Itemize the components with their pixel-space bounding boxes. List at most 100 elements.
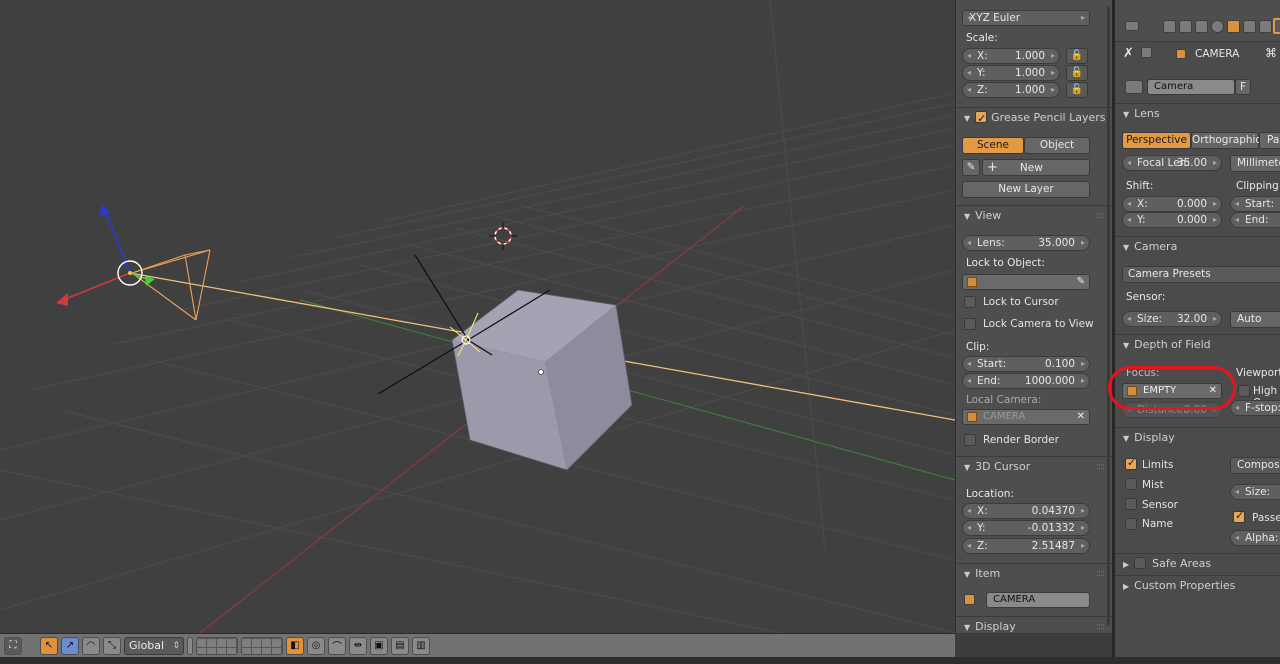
scale-x-lock-icon[interactable]: 🔓 [1066,48,1088,64]
3d-viewport[interactable] [0,0,955,633]
camera-datablock-name[interactable]: Camera [1147,79,1235,95]
dof-panel-header[interactable]: ▼ Depth of Field [1115,334,1280,354]
camera-presets-select[interactable]: Camera Presets [1122,266,1280,283]
scene-tab-icon[interactable] [1195,20,1208,33]
clip-start-field[interactable]: Start:0.100 [962,356,1090,372]
drag-grip-icon[interactable]: :::: [1096,564,1105,584]
focal-length-field[interactable]: Focal Len:35.00 [1122,155,1222,171]
grease-pencil-header[interactable]: ▼Grease Pencil Layers [956,107,1112,129]
cursor-z-field[interactable]: Z:2.51487 [962,538,1090,554]
eyedropper-icon[interactable]: ✎ [1077,275,1085,289]
shift-x-field[interactable]: X:0.000 [1122,196,1222,212]
render-layers-tab-icon[interactable] [1179,20,1192,33]
render-preview-icon[interactable]: ▣ [370,636,388,655]
lens-field[interactable]: Lens:35.000 [962,235,1090,251]
limits-checkbox[interactable] [1125,456,1137,470]
sensor-size-field[interactable]: Size:32.00 [1122,311,1222,327]
cursor-y-field[interactable]: Y:-0.01332 [962,520,1090,536]
scale-manipulator-icon[interactable]: ⤡ [103,636,121,655]
scale-y-lock-icon[interactable]: 🔓 [1066,65,1088,81]
sensor-fit-select[interactable]: Auto [1230,311,1280,328]
layers-lock-icon[interactable] [187,636,193,655]
name-checkbox[interactable] [1125,518,1137,530]
transform-orientation-select[interactable]: Global [124,636,184,655]
lock-layers-icon[interactable]: ◧ [286,636,304,655]
fake-user-button[interactable]: F [1235,79,1251,95]
tab-panoramic[interactable]: Pa [1259,132,1280,149]
lens-unit-select[interactable]: Millimete [1230,155,1280,172]
clip-start-field[interactable]: Start: [1230,196,1280,212]
sensor-checkbox[interactable] [1125,498,1137,510]
npanel-scrollbar[interactable] [1107,6,1110,626]
view-panel-header[interactable]: ▼ View:::: [956,205,1112,225]
lock-to-cursor-checkbox[interactable] [964,296,976,308]
world-tab-icon[interactable] [1211,20,1224,33]
manipulator-toggle-icon[interactable]: ↖ [40,636,58,655]
safe-areas-checkbox[interactable] [1134,557,1147,569]
passepartout-checkbox[interactable] [1233,509,1245,523]
render-border-checkbox[interactable] [964,434,976,446]
tab-object[interactable]: Object [1024,137,1090,154]
scale-z-lock-icon[interactable]: 🔓 [1066,82,1088,98]
item-panel-header[interactable]: ▼ Item:::: [956,563,1112,583]
3d-cursor-panel-header[interactable]: ▼ 3D Cursor:::: [956,456,1112,476]
clip-end-field[interactable]: End: [1230,212,1280,228]
composition-guides-select[interactable]: Composit [1230,457,1280,474]
camera-panel-header[interactable]: ▼ Camera [1115,236,1280,256]
tab-scene[interactable]: Scene [962,137,1024,154]
display-panel-header[interactable]: ▼ Display [1115,427,1280,447]
tab-perspective[interactable]: Perspective [1122,132,1191,149]
object-tab-icon[interactable] [1227,20,1240,33]
rotate-manipulator-icon[interactable]: ◠ [82,636,100,655]
cursor-x-field[interactable]: X:0.04370 [962,503,1090,519]
mist-checkbox[interactable] [1125,478,1137,490]
passepartout-alpha-field[interactable]: Alpha: [1230,530,1280,546]
new-layer-button[interactable]: New Layer [962,181,1090,198]
opengl-render-icon[interactable]: ▤ [391,636,409,655]
transform-manipulator[interactable] [56,204,155,306]
3d-cursor-icon[interactable] [489,222,517,250]
datablock-browse-icon[interactable] [1125,80,1143,94]
drag-grip-icon[interactable]: :::: [1096,457,1105,477]
opengl-anim-icon[interactable]: ▥ [412,636,430,655]
render-tab-icon[interactable] [1163,20,1176,33]
tab-orthographic[interactable]: Orthographic [1191,132,1261,149]
translate-manipulator-icon[interactable]: ↗ [61,636,79,655]
snap-element-icon[interactable]: ⇹ [349,636,367,655]
display-size-field[interactable]: Size: [1230,484,1280,500]
item-name-field[interactable]: CAMERA [986,592,1090,608]
drag-grip-icon[interactable]: :::: [1096,617,1105,633]
rotation-mode-select[interactable]: XYZ Euler [962,10,1090,26]
drag-grip-icon[interactable]: :::: [1096,206,1105,226]
fstop-field[interactable]: F-stop: [1230,400,1280,416]
new-grease-pencil-button[interactable]: + New [982,159,1090,176]
lock-object-field[interactable]: ✎ [962,274,1090,290]
pencil-icon[interactable]: ✎ [962,159,980,176]
clip-end-field[interactable]: End:1000.000 [962,373,1090,389]
properties-editor-icon[interactable] [1125,21,1139,31]
cube-object[interactable] [451,289,633,471]
clear-icon[interactable]: ✕ [1077,410,1085,424]
custom-properties-panel-header[interactable]: ▶ Custom Properties [1115,575,1280,595]
modifiers-tab-icon[interactable] [1259,20,1272,33]
viewport-canvas[interactable] [0,0,955,633]
editor-type-icon[interactable]: ⛶ [4,636,22,655]
camera-data-tab-icon[interactable] [1273,18,1280,34]
snap-toggle-icon[interactable]: ⌒ [328,636,346,655]
grease-pencil-toggle[interactable] [975,109,988,129]
safe-areas-panel-header[interactable]: ▶ Safe Areas [1115,553,1280,573]
lock-camera-to-view-checkbox[interactable] [964,318,976,330]
high-quality-checkbox[interactable] [1238,385,1250,397]
scene-layers-group-2[interactable] [241,636,283,655]
constraints-tab-icon[interactable] [1243,20,1256,33]
display-panel-header[interactable]: ▼ Display:::: [956,616,1112,633]
scale-y-field[interactable]: Y:1.000 [962,65,1060,81]
scale-z-field[interactable]: Z:1.000 [962,82,1060,98]
proportional-editing-icon[interactable]: ◎ [307,636,325,655]
shift-y-field[interactable]: Y:0.000 [1122,212,1222,228]
pin-icon[interactable]: ✗ [1123,46,1134,61]
lens-panel-header[interactable]: ▼ Lens [1115,103,1280,123]
scene-layers-group-1[interactable] [196,636,238,655]
scale-x-field[interactable]: X:1.000 [962,48,1060,64]
local-camera-field[interactable]: CAMERA ✕ [962,409,1090,425]
